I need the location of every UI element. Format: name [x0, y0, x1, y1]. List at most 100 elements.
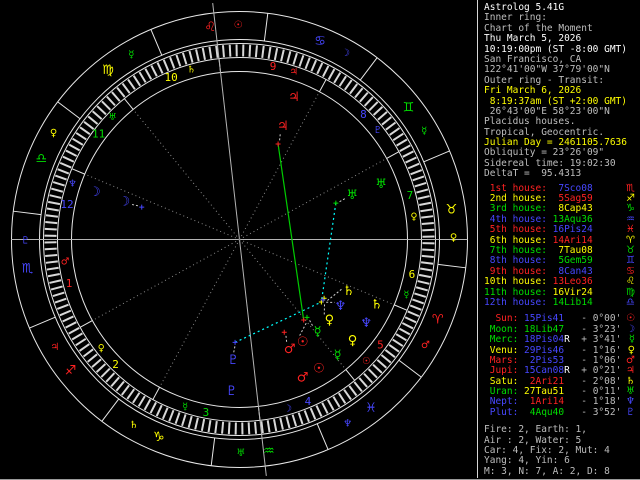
degree-tick — [369, 369, 377, 378]
planet-glyph-outer-jupiter: ♃ — [288, 90, 300, 105]
degree-tick — [396, 334, 406, 340]
degree-tick — [88, 116, 97, 124]
degree-tick — [209, 420, 211, 432]
degree-tick — [378, 112, 387, 120]
degree-tick — [51, 286, 63, 289]
degree-tick — [262, 46, 263, 58]
degree-tick — [422, 256, 434, 257]
house-cusp-tick — [346, 370, 355, 381]
planet-glyph-inner-neptune: ♆ — [335, 299, 347, 314]
degree-tick — [393, 340, 403, 347]
house-cusp-value: 13Leo36 — [547, 277, 593, 287]
planet-pointer-jupiter — [280, 133, 281, 140]
astrolog-window: ♈♂♉♀♊☿♋☽♌☉♍☿♎♀♏♇♐♃♑♄♒♅♓♆1♂2♀3☿4☽5☉6☿7♀8♇… — [0, 0, 640, 480]
degree-tick — [164, 60, 169, 71]
house-cusp-tick — [319, 79, 326, 91]
degree-tick — [339, 393, 346, 403]
house-cusp-tick — [387, 152, 399, 159]
degree-tick — [203, 48, 205, 60]
zodiac-sign-glyph: ♍ — [102, 63, 114, 78]
degree-tick — [202, 419, 204, 431]
planet-icon: ☿ — [629, 335, 635, 345]
degree-tick — [256, 45, 257, 57]
degree-tick — [45, 222, 57, 223]
degree-tick — [92, 359, 101, 367]
degree-tick — [350, 84, 357, 94]
degree-tick — [402, 323, 413, 328]
degree-tick — [83, 349, 93, 356]
zodiac-sign-glyph: ♒ — [263, 444, 275, 459]
degree-tick — [139, 396, 145, 406]
planet-marker-mars — [282, 330, 287, 335]
degree-tick — [420, 209, 432, 211]
degree-tick — [80, 127, 90, 134]
sign-boundary-line — [151, 29, 162, 55]
degree-tick — [53, 182, 64, 186]
house-ruler-glyph: ♇ — [374, 125, 383, 136]
sign-ruler-glyph: ♄ — [129, 420, 138, 431]
degree-tick — [80, 344, 90, 351]
planet-glyph-outer-neptune: ♆ — [360, 316, 372, 331]
degree-tick — [389, 345, 399, 352]
house-cusp-list: 1st house: 7Sco08♏ 2nd house: 5Sag59♐ 3r… — [484, 184, 640, 309]
degree-tick — [230, 45, 231, 57]
chart-wheel: ♈♂♉♀♊☿♋☽♌☉♍☿♎♀♏♇♐♃♑♄♒♅♓♆1♂2♀3☿4☽5☉6☿7♀8♇… — [0, 0, 478, 480]
degree-tick — [386, 123, 396, 130]
planet-glyph-outer-uranus: ♅ — [375, 177, 387, 192]
zodiac-sign-glyph: ♎ — [35, 151, 47, 166]
planet-glyph-outer-sun: ☉ — [313, 362, 325, 377]
house-number: 5 — [377, 338, 384, 351]
planet-glyph-outer-mars: ♂ — [297, 370, 309, 385]
planet-glyph-outer-moon: ☽ — [89, 185, 101, 200]
degree-tick — [128, 80, 135, 90]
house-ruler-glyph: ♀ — [98, 343, 105, 354]
degree-tick — [176, 412, 180, 423]
house-ruler-glyph: ☿ — [182, 401, 188, 412]
degree-tick — [45, 255, 57, 256]
degree-tick — [189, 51, 192, 63]
house-cusp-spoke — [92, 240, 239, 321]
house-cusp-tick — [80, 321, 92, 328]
degree-tick — [176, 55, 180, 66]
degree-tick — [311, 408, 316, 419]
degree-tick — [123, 83, 130, 93]
planet-glyph-outer-saturn: ♄ — [371, 297, 383, 312]
degree-tick — [416, 189, 428, 192]
degree-tick — [408, 164, 419, 169]
house-ruler-glyph: ☿ — [404, 290, 410, 301]
degree-tick — [57, 305, 68, 309]
degree-tick — [399, 329, 409, 335]
planet-velocity: + 3°41' — [570, 335, 621, 345]
degree-tick — [317, 63, 322, 74]
degree-tick — [393, 134, 403, 141]
degree-tick — [93, 111, 102, 119]
planet-velocity: - 3°52' — [570, 408, 621, 418]
house-number: 8 — [360, 108, 367, 121]
degree-tick — [354, 382, 362, 391]
degree-tick — [414, 293, 425, 297]
degree-tick — [377, 360, 386, 368]
degree-tick — [323, 66, 328, 77]
degree-tick — [364, 374, 372, 383]
planet-glyph-inner-mars: ♂ — [284, 342, 296, 357]
degree-tick — [418, 196, 430, 199]
degree-tick — [229, 422, 230, 434]
degree-tick — [369, 102, 378, 110]
summary-line-4: M: 3, N: 7, A: 2, D: 8 — [484, 467, 640, 477]
degree-tick — [102, 101, 110, 110]
element-summary: Fire: 2, Earth: 1,Air : 2, Water: 5Car: … — [484, 425, 640, 477]
house-ruler-glyph: ♃ — [290, 67, 299, 78]
zodiac-sign-glyph: ♐ — [65, 363, 77, 378]
zodiac-sign-glyph: ♑ — [153, 430, 165, 445]
degree-tick — [133, 393, 140, 403]
degree-tick — [223, 45, 224, 57]
sign-ruler-glyph: ☿ — [421, 126, 427, 137]
degree-tick — [58, 169, 69, 173]
degree-tick — [127, 389, 134, 399]
house-cusp-tick — [394, 305, 407, 310]
degree-tick — [48, 202, 60, 204]
sign-ruler-glyph: ♆ — [343, 419, 352, 430]
planet-pointer-uranus — [340, 198, 346, 202]
chart-info: Inner ring:Chart of the MomentThu March … — [484, 13, 640, 179]
planet-glyph-inner-sun: ☉ — [297, 335, 309, 350]
